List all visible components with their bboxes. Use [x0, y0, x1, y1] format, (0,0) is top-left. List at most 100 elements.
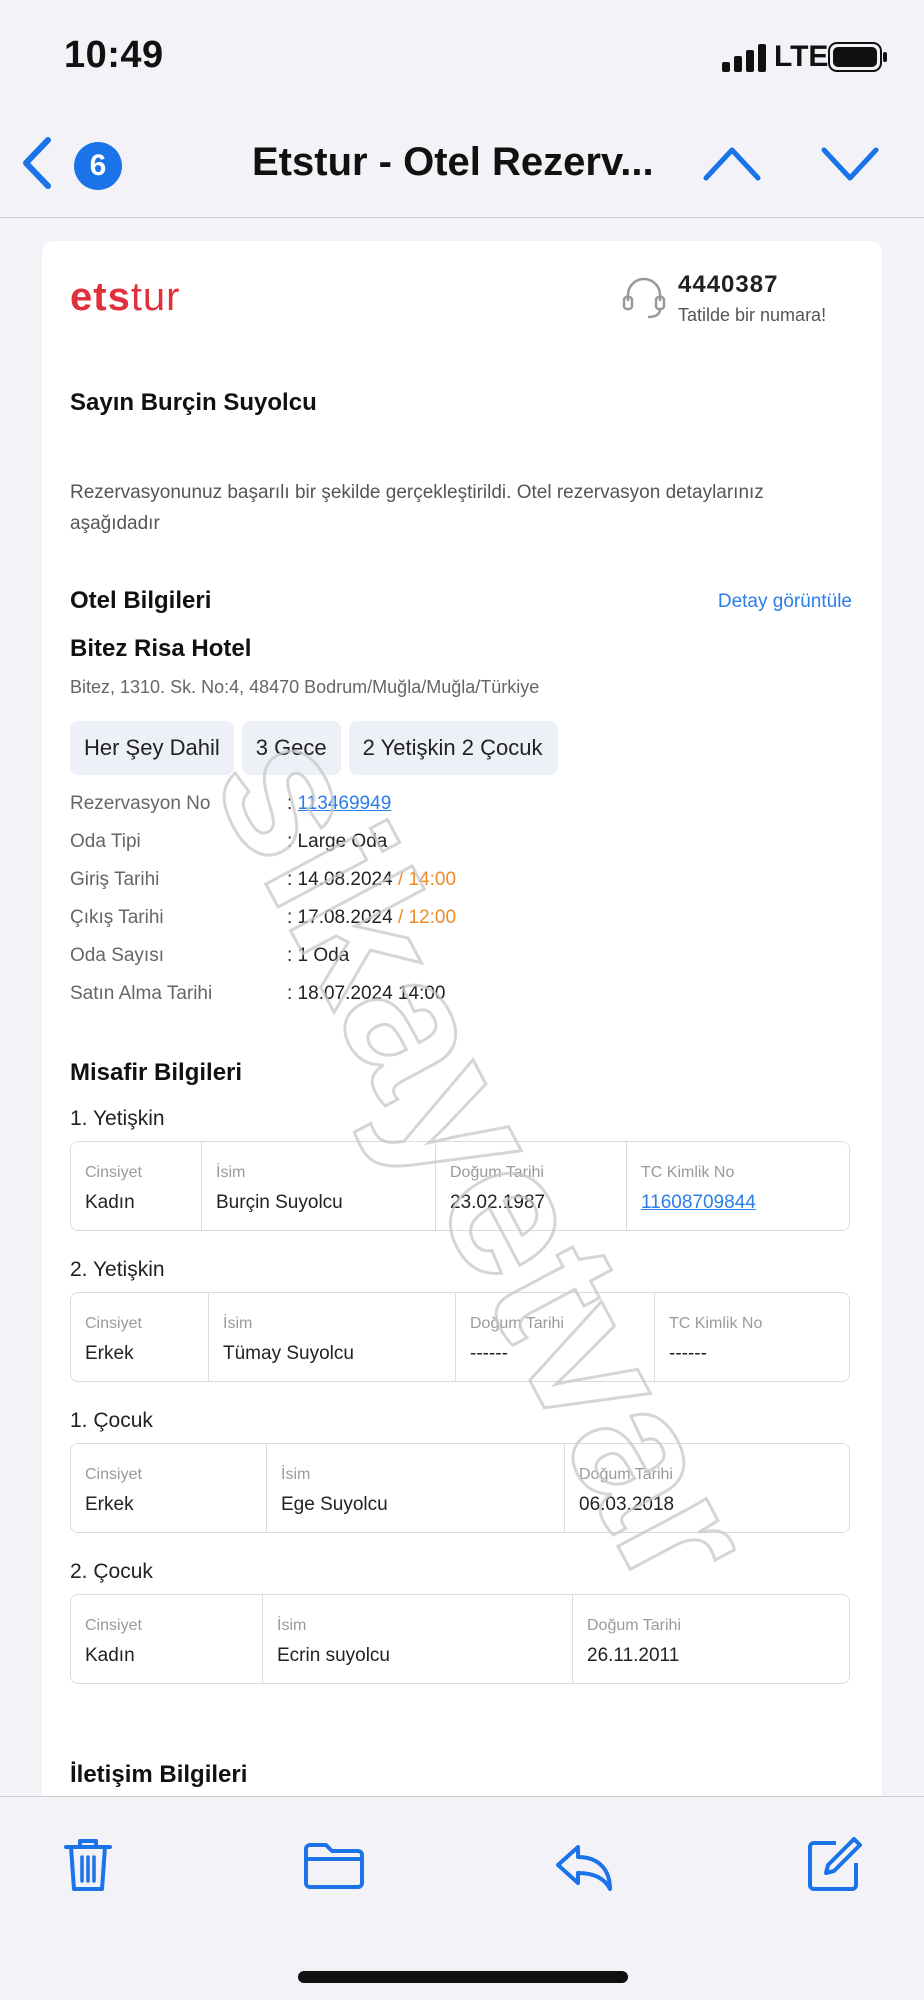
guest-name: Tümay Suyolcu — [223, 1343, 354, 1364]
etstur-logo: etstur — [70, 275, 181, 319]
back-chevron-icon[interactable] — [16, 134, 60, 192]
status-time: 10:49 — [64, 34, 164, 76]
board-chip: Her Şey Dahil — [70, 721, 234, 775]
home-indicator[interactable] — [298, 1971, 628, 1983]
network-label: LTE — [774, 40, 829, 73]
column-header: TC Kimlik No — [641, 1164, 735, 1181]
check-in-date: : 14.08.2024 — [287, 869, 393, 890]
booking-chips: Her Şey Dahil 3 Gece 2 Yetişkin 2 Çocuk — [70, 721, 559, 775]
column-header: TC Kimlik No — [669, 1315, 763, 1332]
guest-birth-date: ------ — [470, 1343, 508, 1364]
detail-label: Oda Sayısı — [70, 945, 164, 966]
hotel-name: Bitez Risa Hotel — [70, 635, 252, 662]
status-bar: 10:49 LTE — [0, 0, 924, 110]
detail-link[interactable]: Detay görüntüle — [718, 591, 852, 613]
battery-icon — [828, 42, 887, 72]
bottom-toolbar — [0, 1796, 924, 2000]
guest-birth-date: 23.02.1987 — [450, 1192, 546, 1213]
up-chevron-icon[interactable] — [700, 140, 764, 186]
detail-row: Rezervasyon No : 113469949 — [70, 793, 392, 814]
contact-section-title: İletişim Bilgileri — [70, 1761, 248, 1788]
folder-icon[interactable] — [302, 1833, 366, 1897]
trash-icon[interactable] — [56, 1833, 120, 1897]
guest-table: Cinsiyet Kadın İsim Burçin Suyolcu Doğum T… — [70, 1141, 850, 1231]
column-header: İsim — [281, 1466, 311, 1483]
guest-label: 2. Yetişkin — [70, 1258, 165, 1281]
email-body[interactable]: etstur 4440387 Tatilde bir numara! Sayın… — [0, 219, 924, 1796]
guest-gender: Erkek — [85, 1494, 134, 1515]
column-header: Cinsiyet — [85, 1466, 142, 1483]
support-tagline: Tatilde bir numara! — [678, 305, 827, 325]
guest-gender: Erkek — [85, 1343, 134, 1364]
compose-icon[interactable] — [802, 1833, 866, 1897]
guest-label: 1. Çocuk — [70, 1409, 153, 1432]
guest-name: Burçin Suyolcu — [216, 1192, 343, 1213]
detail-value: : 18.07.2024 14:00 — [287, 983, 446, 1004]
email-card: etstur 4440387 Tatilde bir numara! Sayın… — [42, 241, 882, 1796]
column-header: Doğum Tarihi — [450, 1164, 544, 1181]
column-header: İsim — [216, 1164, 246, 1181]
check-in-time: / 14:00 — [397, 869, 457, 890]
guest-table: Cinsiyet Erkek İsim Ege Suyolcu Doğum Tari… — [70, 1443, 850, 1533]
guest-cell: Cinsiyet Kadın — [71, 1142, 202, 1230]
detail-row: Oda Tipi : Large Oda — [70, 823, 830, 861]
check-out-date: : 17.08.2024 — [287, 907, 398, 928]
column-header: Doğum Tarihi — [579, 1466, 673, 1483]
guest-gender: Kadın — [85, 1645, 135, 1666]
detail-label: Çıkış Tarihi — [70, 907, 164, 928]
column-header: Doğum Tarihi — [587, 1617, 681, 1634]
signal-icon — [722, 44, 766, 72]
down-chevron-icon[interactable] — [818, 140, 882, 186]
unread-count-badge: 6 — [74, 142, 122, 190]
detail-row: Giriş Tarihi : 14.08.2024 / 14:00 — [70, 861, 830, 899]
support-phone[interactable]: 4440387 — [678, 271, 778, 299]
guest-cell: Cinsiyet Erkek — [71, 1293, 209, 1381]
hotel-section-title: Otel Bilgileri — [70, 587, 212, 614]
guest-cell: Doğum Tarihi 26.11.2011 — [573, 1595, 849, 1683]
reply-icon[interactable] — [552, 1833, 616, 1897]
guest-table: Cinsiyet Erkek İsim Tümay Suyolcu Doğum Ta… — [70, 1292, 850, 1382]
guest-cell: Cinsiyet Kadın — [71, 1595, 263, 1683]
guest-cell: Doğum Tarihi 06.03.2018 — [565, 1444, 849, 1532]
detail-row: Satın Alma Tarihi : 18.07.2024 14:00 — [70, 975, 830, 1013]
column-header: Cinsiyet — [85, 1315, 142, 1332]
detail-label: Rezervasyon No — [70, 793, 211, 814]
detail-value: : Large Oda — [287, 831, 388, 852]
guest-cell: Cinsiyet Erkek — [71, 1444, 267, 1532]
detail-value: : 1 Oda — [287, 945, 350, 966]
headset-icon — [622, 277, 666, 319]
nights-chip: 3 Gece — [241, 721, 341, 775]
detail-label: Oda Tipi — [70, 831, 141, 852]
guest-cell: İsim Burçin Suyolcu — [202, 1142, 436, 1230]
column-header: Cinsiyet — [85, 1164, 142, 1181]
nav-bar: 6 Etstur - Otel Rezerv... — [0, 110, 924, 218]
guest-gender: Kadın — [85, 1192, 135, 1213]
hotel-address: Bitez, 1310. Sk. No:4, 48470 Bodrum/Muğl… — [70, 677, 540, 697]
column-header: Doğum Tarihi — [470, 1315, 564, 1332]
guest-label: 2. Çocuk — [70, 1560, 153, 1583]
guest-table: Cinsiyet Kadın İsim Ecrin suyolcu Doğum Ta… — [70, 1594, 850, 1684]
reservation-number-link[interactable]: 113469949 — [298, 793, 392, 814]
page-title: Etstur - Otel Rezerv... — [252, 140, 654, 184]
guest-label: 1. Yetişkin — [70, 1107, 165, 1130]
detail-row: Çıkış Tarihi : 17.08.2024 / 12:00 — [70, 899, 830, 937]
guests-chip: 2 Yetişkin 2 Çocuk — [348, 721, 559, 775]
guest-tc-link[interactable]: 11608709844 — [641, 1192, 835, 1214]
guest-cell: İsim Ege Suyolcu — [267, 1444, 565, 1532]
intro-text: Rezervasyonunuz başarılı bir şekilde ger… — [70, 482, 764, 534]
column-header: İsim — [277, 1617, 307, 1634]
check-out-time: / 12:00 — [397, 907, 457, 928]
detail-label: Satın Alma Tarihi — [70, 983, 213, 1004]
guest-birth-date: 06.03.2018 — [579, 1494, 675, 1515]
detail-label: Giriş Tarihi — [70, 869, 160, 890]
guest-section-title: Misafir Bilgileri — [70, 1059, 243, 1086]
guest-name: Ege Suyolcu — [281, 1494, 388, 1515]
column-header: Cinsiyet — [85, 1617, 142, 1634]
guest-tc: ------ — [669, 1343, 707, 1364]
guest-cell: TC Kimlik No ------ — [655, 1293, 849, 1381]
reservation-details: Rezervasyon No : 113469949 Oda Tipi : La… — [70, 785, 830, 1013]
guest-name: Ecrin suyolcu — [277, 1645, 390, 1666]
guest-cell: TC Kimlik No 11608709844 — [627, 1142, 849, 1230]
guest-cell: İsim Ecrin suyolcu — [263, 1595, 573, 1683]
greeting: Sayın Burçin Suyolcu — [70, 389, 317, 416]
